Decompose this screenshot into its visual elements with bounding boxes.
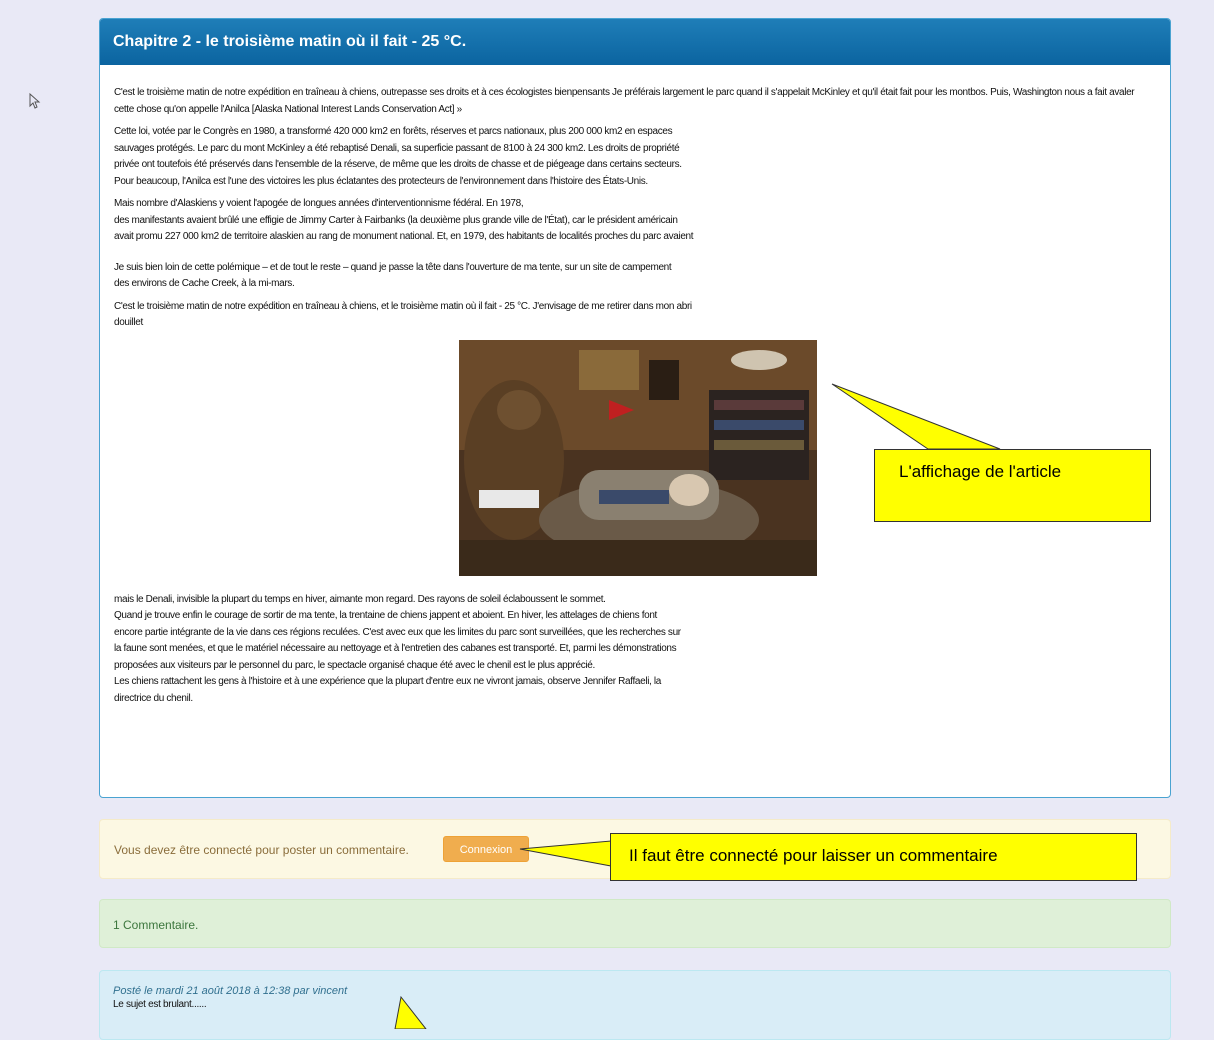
comment-callout: Il faut être connecté pour laisser un co… (610, 833, 1137, 881)
article-paragraph: Cette loi, votée par le Congrès en 1980,… (114, 126, 682, 187)
article-paragraph: Je suis bien loin de cette polémique – e… (114, 261, 672, 290)
article-paragraph: C'est le troisième matin de notre expédi… (114, 87, 1135, 115)
article-body: C'est le troisième matin de notre expédi… (100, 65, 1170, 707)
login-required-message: Vous devez être connecté pour poster un … (114, 843, 409, 857)
comment-text: Le sujet est brulant...... (113, 999, 207, 1010)
article-photo (459, 339, 817, 576)
article-paragraph: Mais nombre d'Alaskiens y voient l'apogé… (114, 198, 694, 242)
comment-count: 1 Commentaire. (99, 899, 1171, 948)
article-title: Chapitre 2 - le troisième matin où il fa… (100, 19, 1170, 65)
article-paragraph: mais le Denali, invisible la plupart du … (114, 593, 681, 704)
article-paragraph: C'est le troisième matin de notre expédi… (114, 300, 692, 329)
article-callout: L'affichage de l'article (874, 449, 1151, 522)
article-panel: Chapitre 2 - le troisième matin où il fa… (99, 18, 1171, 798)
comment-item: Posté le mardi 21 août 2018 à 12:38 par … (99, 970, 1171, 1040)
cursor-icon (29, 92, 41, 109)
login-button[interactable]: Connexion (443, 836, 529, 862)
comment-meta: Posté le mardi 21 août 2018 à 12:38 par … (113, 985, 348, 997)
